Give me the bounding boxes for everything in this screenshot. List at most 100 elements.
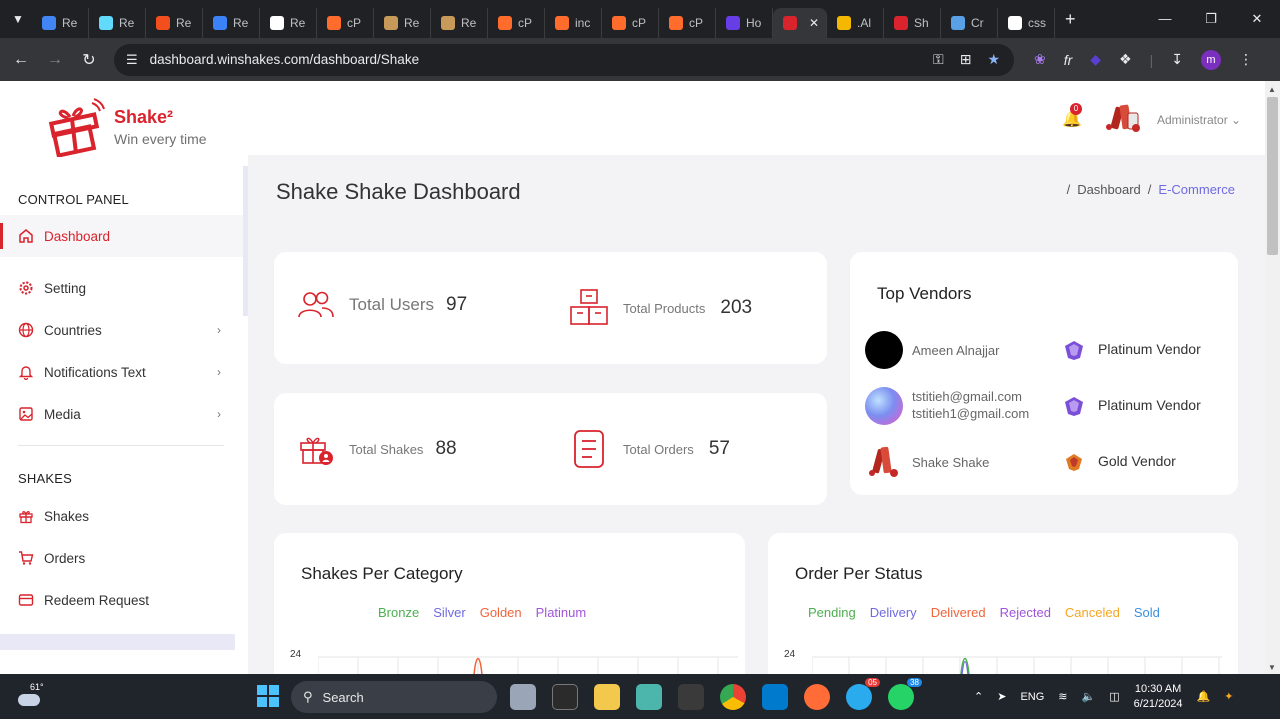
bookmark-star-icon[interactable]: ★ [987,51,1000,68]
wifi-icon[interactable]: ≋ [1058,690,1067,703]
sidebar-item-setting[interactable]: Setting [0,267,243,309]
legend-item-bronze[interactable]: Bronze [378,605,419,620]
copilot-icon[interactable]: ✦ [1224,690,1233,703]
breadcrumb-dashboard-link[interactable]: Dashboard [1077,182,1141,197]
legend-item-golden[interactable]: Golden [480,605,522,620]
downloads-icon[interactable]: ↧ [1171,51,1183,68]
browser-tab[interactable]: Re [260,8,317,38]
notification-center-icon[interactable]: 🔔 [1197,690,1211,703]
sidebar-item-redeem-request[interactable]: Redeem Request [0,579,243,621]
browser-tab[interactable]: cP [317,8,374,38]
vendor-row[interactable]: Shake Shake Gold Vendor [865,442,1225,482]
vendor-row[interactable]: Ameen Alnajjar Platinum Vendor [865,330,1225,370]
browser-tab[interactable]: Sh [884,8,941,38]
sidebar-item-orders[interactable]: Orders [0,537,243,579]
scroll-up-arrow-icon[interactable]: ▲ [1268,85,1276,94]
stat-total-orders: Total Orders 57 [571,429,730,469]
legend-item-silver[interactable]: Silver [433,605,466,620]
browser-tab[interactable]: Re [374,8,431,38]
browser-tab[interactable]: .Al [827,8,884,38]
search-label: Search [322,689,364,705]
sidebar-scroll-track[interactable] [243,166,248,316]
breadcrumb-separator: / [1147,182,1152,197]
top-vendors-title: Top Vendors [877,284,972,303]
back-button[interactable]: ← [4,51,38,69]
sidebar-item-dashboard[interactable]: Dashboard [0,215,243,257]
admin-avatar[interactable] [1103,103,1143,133]
browser-tab[interactable]: Re [32,8,89,38]
legend-item-sold[interactable]: Sold [1134,605,1160,620]
page-scrollbar[interactable]: ▲ ▼ [1265,81,1280,674]
legend-item-delivered[interactable]: Delivered [931,605,986,620]
scrollbar-thumb[interactable] [1267,97,1278,255]
user-menu[interactable]: Administrator ⌄ [1157,113,1241,127]
extensions-puzzle-icon[interactable]: ❖ [1119,51,1132,68]
browser-tab[interactable]: cP [602,8,659,38]
taskbar-search[interactable]: ⚲ Search [291,681,497,713]
browser-tab[interactable]: inc [545,8,602,38]
scroll-down-arrow-icon[interactable]: ▼ [1268,663,1276,672]
site-info-icon[interactable]: ☰ [126,52,138,68]
browser-toolbar: ← → ↻ ☰ dashboard.winshakes.com/dashboar… [0,38,1280,81]
volume-icon[interactable]: 🔈 [1082,690,1096,703]
tab-search-button[interactable]: ▼ [4,5,32,33]
vendor-name: tstitieh@gmail.com tstitieh1@gmail.com [912,388,1029,422]
telegram-icon[interactable]: 05 [846,678,880,710]
legend-item-platinum[interactable]: Platinum [536,605,587,620]
teams-icon[interactable] [552,684,578,710]
install-app-icon[interactable]: ⊞ [960,51,972,68]
chevron-up-icon[interactable]: ⌃ [974,690,983,703]
postman-icon[interactable] [804,684,830,710]
profile-avatar[interactable]: m [1201,49,1222,70]
minimize-button[interactable]: — [1142,11,1188,27]
language-indicator[interactable]: ENG [1020,691,1044,703]
chrome-menu-icon[interactable]: ⋮ [1239,51,1253,68]
notifications-button[interactable]: 🔔 0 [1062,103,1082,129]
browser-tab[interactable]: Re [203,8,260,38]
brand-logo[interactable]: Shake² Win every time [46,97,207,157]
browser-tab[interactable]: Re [146,8,203,38]
sidebar-item-media[interactable]: Media › [0,393,243,435]
battery-icon[interactable]: ◫ [1109,690,1119,703]
app-icon[interactable] [636,684,662,710]
legend-item-canceled[interactable]: Canceled [1065,605,1120,620]
vscode-icon[interactable] [762,684,788,710]
new-tab-button[interactable]: + [1065,9,1076,30]
tab-title: Re [119,16,135,30]
reload-button[interactable]: ↻ [72,50,106,70]
browser-tab[interactable]: cP [659,8,716,38]
extension-fonts-icon[interactable]: fr [1064,52,1073,68]
whatsapp-icon[interactable]: 38 [888,678,922,710]
sidebar-item-countries[interactable]: Countries › [0,309,243,351]
browser-tab[interactable]: Cr [941,8,998,38]
task-view-icon[interactable] [510,684,536,710]
windows-start-icon[interactable] [257,685,279,707]
browser-tab[interactable]: cP [488,8,545,38]
close-window-button[interactable]: ✕ [1234,11,1280,27]
file-explorer-icon[interactable] [594,684,620,710]
maximize-button[interactable]: ❐ [1188,11,1234,27]
browser-tab[interactable]: css [998,8,1055,38]
legend-item-delivery[interactable]: Delivery [870,605,917,620]
close-tab-icon[interactable]: ✕ [809,16,819,30]
address-bar[interactable]: ☰ dashboard.winshakes.com/dashboard/Shak… [114,43,1014,76]
forward-button[interactable]: → [38,51,72,69]
browser-tab[interactable]: Ho [716,8,773,38]
legend-item-pending[interactable]: Pending [808,605,856,620]
clock[interactable]: 10:30 AM 6/21/2024 [1134,682,1183,712]
sidebar-item-shakes[interactable]: Shakes [0,495,243,537]
chrome-icon[interactable] [720,684,746,710]
extension-brain-icon[interactable]: ❀ [1034,51,1046,68]
extension-cube-icon[interactable]: ◆ [1090,51,1101,68]
send-icon[interactable]: ➤ [997,690,1006,703]
tab-favicon-icon [441,16,455,30]
vendor-row[interactable]: tstitieh@gmail.com tstitieh1@gmail.com P… [865,386,1225,426]
browser-tab[interactable]: ✕ [773,8,827,38]
sidebar-item-notifications-text[interactable]: Notifications Text › [0,351,243,393]
terminal-icon[interactable] [678,684,704,710]
browser-tab[interactable]: Re [431,8,488,38]
legend-item-rejected[interactable]: Rejected [1000,605,1051,620]
password-key-icon[interactable]: ⚿ [933,51,944,68]
weather-widget[interactable]: 61° [18,682,48,706]
browser-tab[interactable]: Re [89,8,146,38]
